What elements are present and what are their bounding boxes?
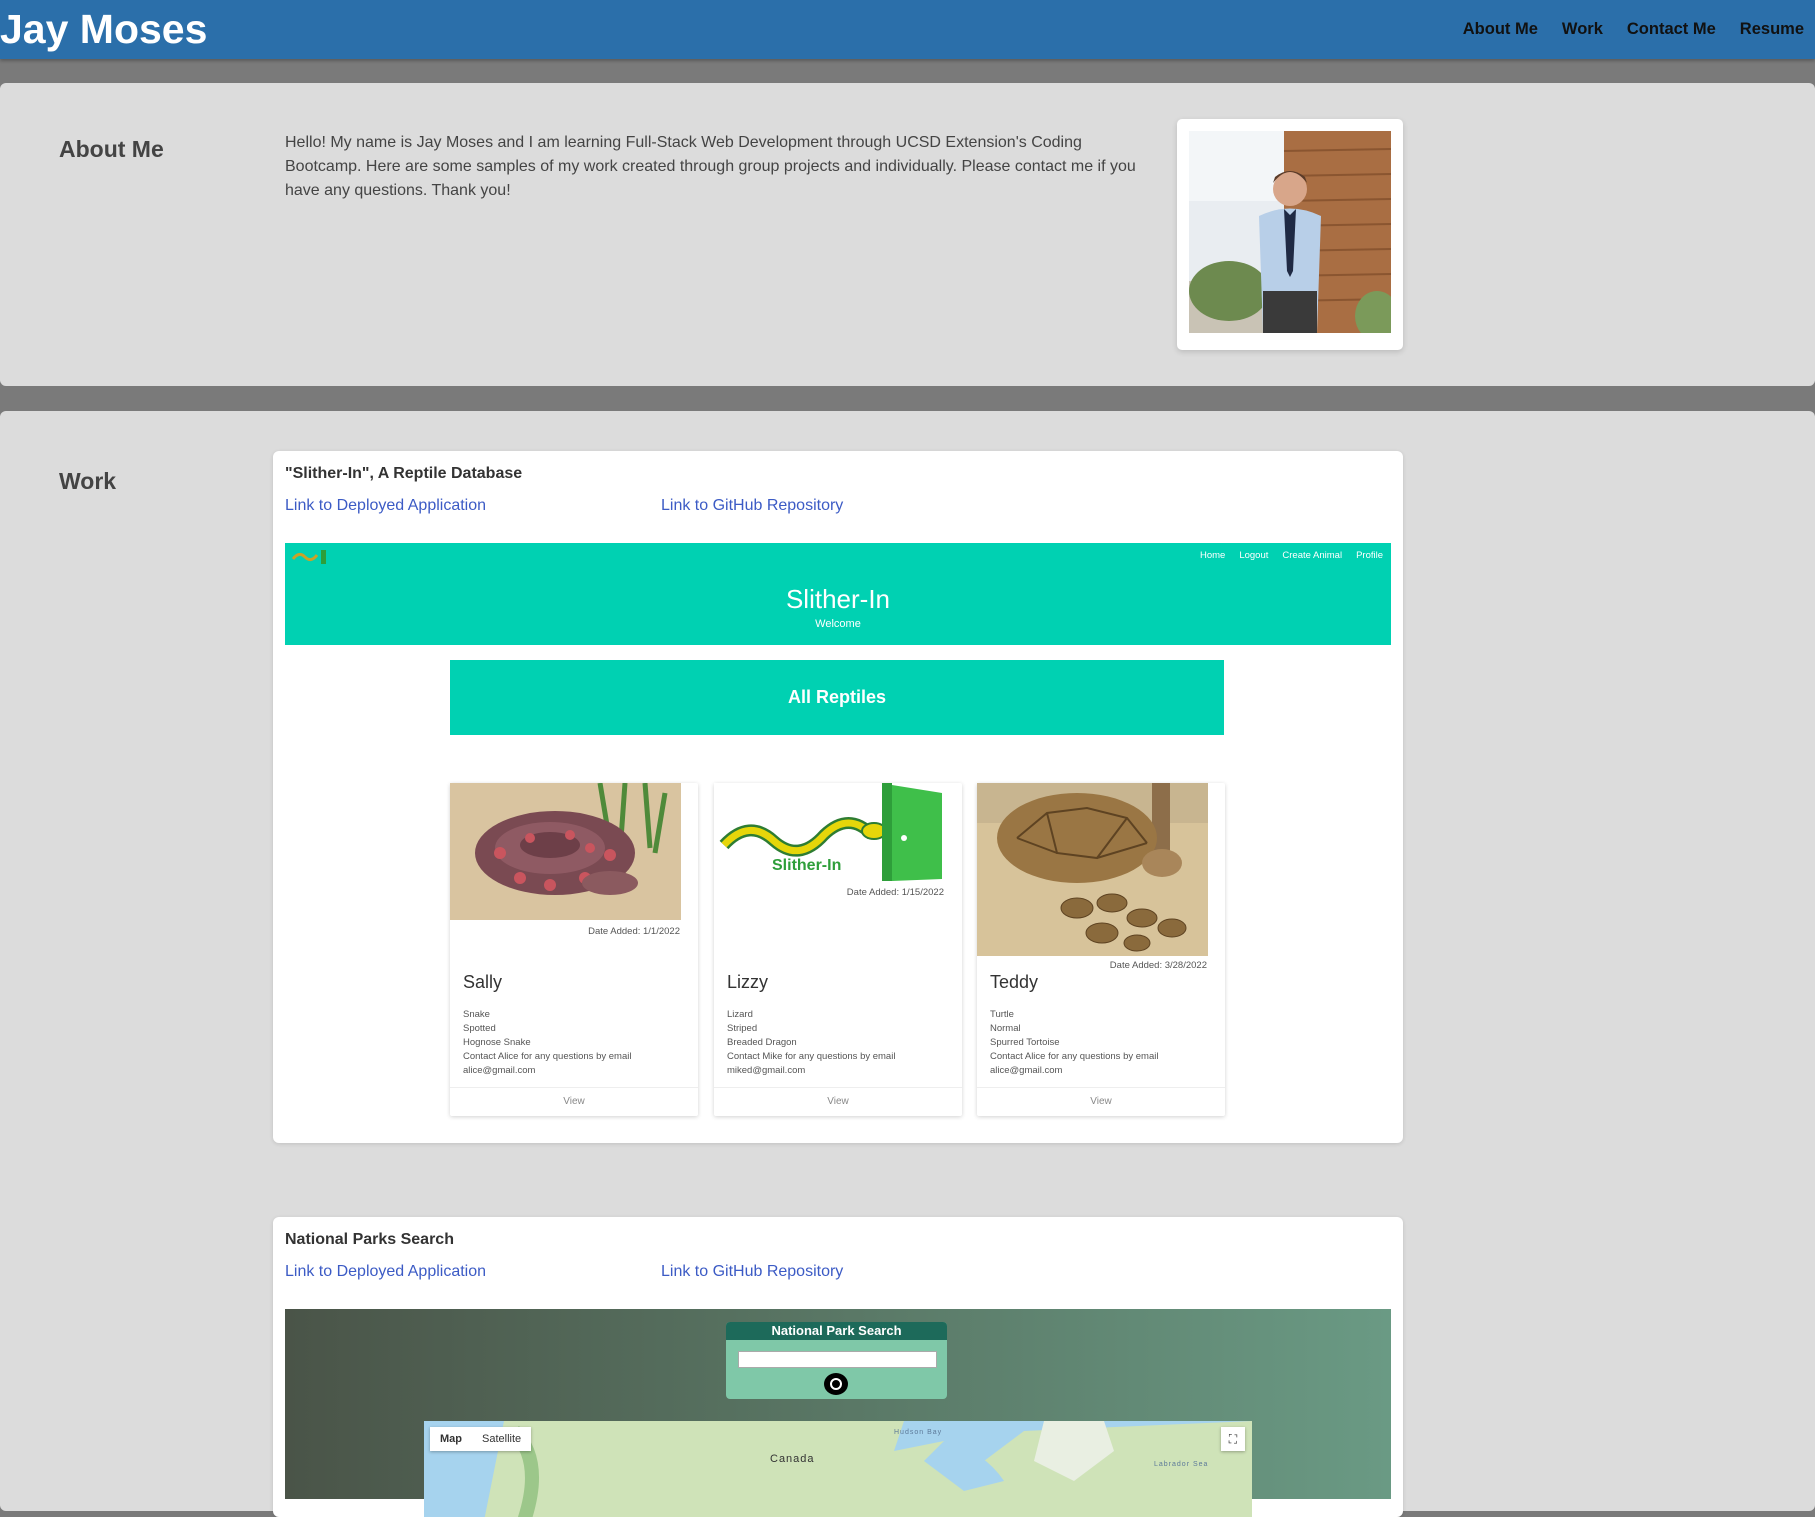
reptile-details: Snake Spotted Hognose Snake Contact Alic… bbox=[463, 1008, 631, 1078]
slither-nav-create-animal: Create Animal bbox=[1282, 550, 1343, 561]
about-section: About Me Hello! My name is Jay Moses and… bbox=[0, 83, 1815, 386]
reptile-pattern: Striped bbox=[727, 1023, 758, 1034]
slither-nav-logout: Logout bbox=[1239, 550, 1269, 561]
reptile-species: Hognose Snake bbox=[463, 1037, 531, 1048]
reptile-contact: Contact Mike for any questions by email bbox=[727, 1051, 896, 1062]
reptile-details: Turtle Normal Spurred Tortoise Contact A… bbox=[990, 1008, 1158, 1078]
slither-header: Home Logout Create Animal Profile Slithe… bbox=[285, 543, 1391, 645]
deployed-app-link[interactable]: Link to Deployed Application bbox=[285, 1263, 486, 1281]
profile-photo bbox=[1189, 131, 1391, 333]
reptile-pattern: Spotted bbox=[463, 1023, 496, 1034]
slither-logo-text: Slither-In bbox=[772, 857, 842, 874]
nav-about-me[interactable]: About Me bbox=[1463, 20, 1538, 39]
reptile-species: Breaded Dragon bbox=[727, 1037, 797, 1048]
reptile-species: Spurred Tortoise bbox=[990, 1037, 1060, 1048]
nav-work[interactable]: Work bbox=[1562, 20, 1603, 39]
nav-resume[interactable]: Resume bbox=[1740, 20, 1804, 39]
tortoise-photo bbox=[977, 783, 1208, 956]
slither-title: Slither-In bbox=[785, 584, 891, 614]
project-card-slither-in: "Slither-In", A Reptile Database Link to… bbox=[273, 451, 1403, 1143]
map-tab-map: Map bbox=[440, 1433, 462, 1445]
nav-contact-me[interactable]: Contact Me bbox=[1627, 20, 1716, 39]
map-label-labrador-sea: Labrador Sea bbox=[1154, 1461, 1209, 1468]
reptile-type: Snake bbox=[463, 1009, 490, 1020]
slither-nav: Home Logout Create Animal Profile bbox=[1200, 550, 1383, 561]
github-repo-link[interactable]: Link to GitHub Repository bbox=[661, 497, 843, 515]
site-brand[interactable]: Jay Moses bbox=[0, 6, 207, 52]
work-section: Work "Slither-In", A Reptile Database Li… bbox=[0, 411, 1815, 1517]
github-repo-link[interactable]: Link to GitHub Repository bbox=[661, 1263, 843, 1281]
work-heading: Work bbox=[59, 468, 117, 494]
project-title: National Parks Search bbox=[285, 1231, 454, 1248]
reptile-name: Teddy bbox=[990, 972, 1039, 992]
slither-nav-profile: Profile bbox=[1356, 550, 1383, 561]
project-screenshot-national-parks[interactable]: National Park Search Map Satellite ⛶ Can… bbox=[285, 1309, 1391, 1517]
park-search-box: National Park Search bbox=[726, 1322, 947, 1399]
map-type-tabs: Map Satellite bbox=[430, 1427, 532, 1451]
map-tab-satellite: Satellite bbox=[482, 1433, 522, 1445]
park-search-input bbox=[738, 1351, 937, 1368]
all-reptiles-banner: All Reptiles bbox=[450, 660, 1224, 735]
reptile-card: Date Added: 1/1/2022 Sally Snake Spotted… bbox=[450, 783, 698, 1116]
view-button: View bbox=[450, 1087, 698, 1116]
snake-photo bbox=[450, 783, 681, 920]
profile-photo-frame bbox=[1177, 119, 1403, 350]
reptile-card: Date Added: 3/28/2022 Teddy Turtle Norma… bbox=[977, 783, 1225, 1116]
top-navbar: Jay Moses About Me Work Contact Me Resum… bbox=[0, 0, 1815, 59]
view-button: View bbox=[977, 1087, 1225, 1116]
date-added: Date Added: 3/28/2022 bbox=[1109, 960, 1207, 971]
reptile-email: alice@gmail.com bbox=[463, 1065, 536, 1076]
reptile-card: Slither-In Date Added: 1/15/2022 Lizzy L… bbox=[714, 783, 962, 1116]
deployed-app-link[interactable]: Link to Deployed Application bbox=[285, 497, 486, 515]
slither-welcome: Welcome bbox=[815, 618, 861, 630]
search-icon bbox=[824, 1373, 848, 1395]
reptile-details: Lizard Striped Breaded Dragon Contact Mi… bbox=[727, 1008, 895, 1078]
main-nav: About Me Work Contact Me Resume bbox=[1463, 20, 1804, 39]
park-map: Map Satellite ⛶ Canada Hudson Bay Labrad… bbox=[424, 1421, 1252, 1517]
reptile-email: miked@gmail.com bbox=[727, 1065, 806, 1076]
slither-nav-home: Home bbox=[1199, 550, 1226, 561]
reptile-type: Lizard bbox=[727, 1009, 753, 1020]
reptile-contact: Contact Alice for any questions by email bbox=[990, 1051, 1159, 1062]
reptile-contact: Contact Alice for any questions by email bbox=[463, 1051, 632, 1062]
reptile-name: Sally bbox=[463, 972, 503, 992]
project-title: "Slither-In", A Reptile Database bbox=[285, 465, 523, 482]
about-text: Hello! My name is Jay Moses and I am lea… bbox=[285, 134, 1136, 199]
project-screenshot-slither-in[interactable]: Home Logout Create Animal Profile Slithe… bbox=[285, 543, 1391, 1118]
project-card-national-parks: National Parks Search Link to Deployed A… bbox=[273, 1217, 1403, 1517]
view-button: View bbox=[714, 1087, 962, 1116]
slither-logo-icon bbox=[291, 550, 326, 564]
map-label-hudson-bay: Hudson Bay bbox=[894, 1429, 943, 1436]
date-added: Date Added: 1/1/2022 bbox=[588, 926, 680, 937]
reptile-pattern: Normal bbox=[990, 1023, 1021, 1034]
reptile-type: Turtle bbox=[990, 1009, 1014, 1020]
park-search-title: National Park Search bbox=[726, 1322, 947, 1340]
map-label-canada: Canada bbox=[770, 1453, 815, 1465]
date-added: Date Added: 1/15/2022 bbox=[846, 887, 944, 898]
about-heading: About Me bbox=[59, 136, 164, 162]
reptile-email: alice@gmail.com bbox=[990, 1065, 1063, 1076]
fullscreen-icon: ⛶ bbox=[1221, 1427, 1245, 1451]
reptile-name: Lizzy bbox=[727, 972, 769, 992]
